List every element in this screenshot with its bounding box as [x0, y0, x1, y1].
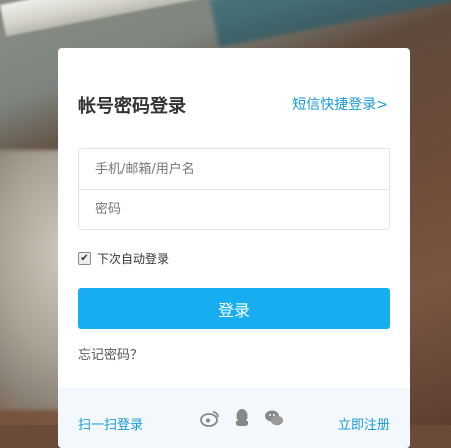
remember-checkbox[interactable]: ✔	[78, 252, 91, 265]
scan-login-link[interactable]: 扫一扫登录	[78, 414, 143, 433]
register-link[interactable]: 立即注册	[338, 414, 390, 433]
login-footer: 扫一扫登录 立即注册	[58, 388, 410, 448]
qq-icon[interactable]	[232, 408, 252, 428]
forgot-password-link[interactable]: 忘记密码？	[78, 344, 143, 363]
sms-login-link[interactable]: 短信快捷登录>	[292, 94, 388, 114]
login-card: 帐号密码登录 短信快捷登录> ✔ 下次自动登录 登录 忘记密码？ 扫一扫登录	[58, 48, 410, 448]
wechat-icon[interactable]	[264, 408, 284, 428]
social-login-icons	[200, 408, 284, 428]
remember-me[interactable]: ✔ 下次自动登录	[78, 250, 169, 267]
weibo-icon[interactable]	[200, 408, 220, 428]
username-row	[79, 149, 389, 189]
credential-fields	[78, 148, 390, 230]
username-input[interactable]	[95, 161, 373, 177]
password-input[interactable]	[95, 202, 373, 217]
password-row	[79, 189, 389, 229]
login-title: 帐号密码登录	[78, 96, 186, 117]
remember-label: 下次自动登录	[97, 252, 170, 266]
login-button[interactable]: 登录	[78, 288, 390, 329]
